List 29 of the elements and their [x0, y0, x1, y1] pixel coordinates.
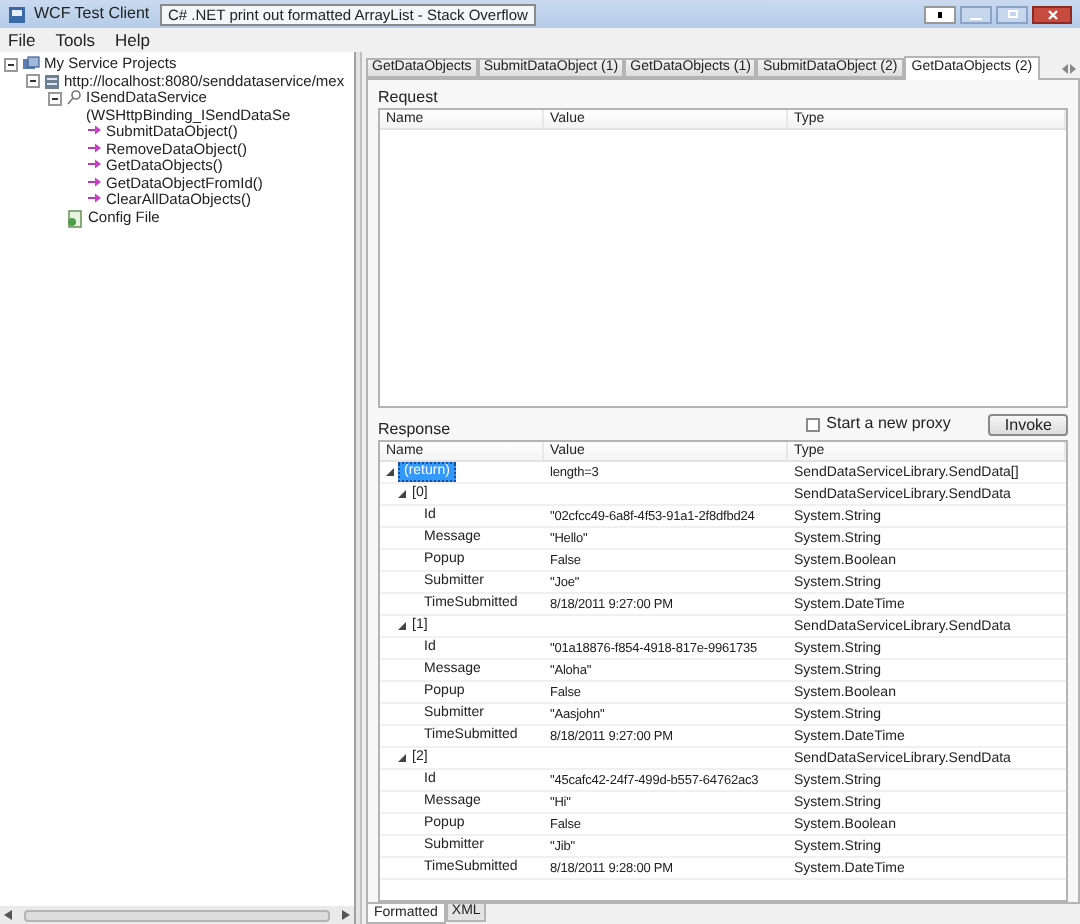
menu-item[interactable]: File	[8, 27, 36, 53]
close-icon	[1047, 9, 1057, 19]
server-icon	[44, 73, 60, 89]
expanded-arrow-icon[interactable]	[398, 622, 406, 630]
response-grid[interactable]	[378, 440, 1068, 902]
interface-icon	[66, 90, 82, 106]
projects-icon	[22, 56, 40, 72]
tab-scroll-left-icon[interactable]	[1062, 64, 1068, 74]
tab-scroll-right-icon[interactable]	[1070, 64, 1076, 74]
maximize-button[interactable]	[996, 5, 1028, 23]
horizontal-scrollbar[interactable]	[0, 906, 354, 924]
section-label: Response	[378, 420, 451, 440]
expanded-arrow-icon[interactable]	[398, 754, 406, 762]
scroll-right-icon[interactable]	[342, 910, 350, 920]
app-icon	[8, 5, 26, 23]
minimize-button[interactable]	[960, 5, 992, 23]
checkbox[interactable]	[806, 417, 821, 431]
invoke-button[interactable]: Invoke	[988, 413, 1068, 435]
expanded-arrow-icon[interactable]	[398, 490, 406, 498]
menu-item[interactable]: Tools	[55, 27, 96, 53]
scrollbar-thumb[interactable]	[24, 909, 330, 921]
expanded-arrow-icon[interactable]	[386, 468, 394, 476]
menu-item[interactable]: Help	[115, 27, 151, 53]
window-title: WCF Test Client	[34, 2, 150, 26]
scroll-left-icon[interactable]	[4, 910, 12, 920]
checkbox-label[interactable]: Start a new proxy	[826, 412, 951, 436]
close-button[interactable]	[1032, 5, 1072, 23]
config-file-icon	[66, 209, 84, 227]
section-label: Request	[378, 86, 440, 108]
